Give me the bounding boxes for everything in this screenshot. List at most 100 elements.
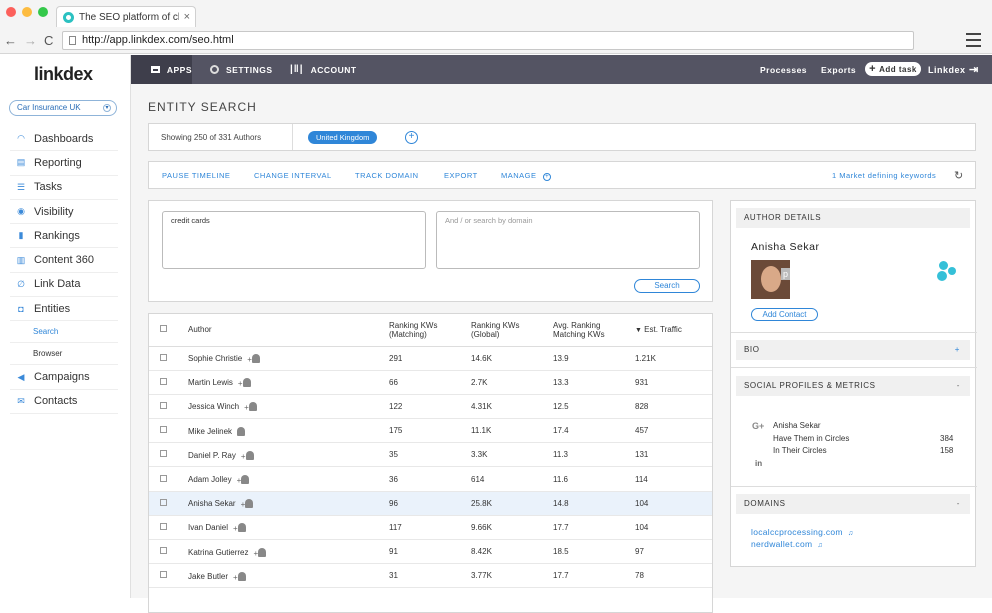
sidebar-item-entities[interactable]: ◘ Entities — [10, 297, 118, 322]
manage-link[interactable]: MANAGE + — [501, 171, 552, 181]
address-bar[interactable]: http://app.linkdex.com/seo.html — [62, 31, 914, 50]
track-domain-link[interactable]: TRACK DOMAIN — [355, 171, 419, 180]
sidebar-item-tasks[interactable]: ☰ Tasks — [10, 176, 118, 200]
expand-plus-icon[interactable]: + — [955, 340, 960, 360]
row-checkbox[interactable] — [160, 547, 167, 555]
close-window-button[interactable] — [6, 7, 16, 17]
change-interval-link[interactable]: CHANGE INTERVAL — [254, 171, 332, 180]
table-row[interactable]: Jessica Winch +122 4.31K 12.5 828 — [149, 394, 712, 420]
domains-section-header[interactable]: DOMAINS - — [736, 494, 970, 514]
sidebar-item-dashboards[interactable]: ◠ Dashboards — [10, 127, 118, 152]
add-user-icon[interactable]: + — [247, 354, 260, 364]
row-checkbox[interactable] — [160, 474, 167, 482]
sidebar-item-link-data[interactable]: ∅ Link Data — [10, 273, 118, 298]
row-checkbox[interactable] — [160, 498, 167, 506]
table-row[interactable]: Ivan Daniel +117 9.66K 17.7 104 — [149, 515, 712, 541]
row-checkbox[interactable] — [160, 571, 167, 579]
keyword-search-input[interactable]: credit cards — [162, 211, 426, 269]
market-keywords-link[interactable]: 1 Market defining keywords — [832, 171, 936, 180]
author-name-cell[interactable]: Jessica Winch — [188, 402, 239, 411]
search-button[interactable]: Search — [634, 279, 700, 293]
nav-apps[interactable]: APPS — [131, 55, 192, 84]
domain-link[interactable]: localccprocessing.com ♫ — [751, 527, 853, 537]
refresh-icon[interactable]: ↻ — [954, 169, 963, 182]
sidebar-item-visibility[interactable]: ◉ Visibility — [10, 200, 118, 225]
author-name-cell[interactable]: Anisha Sekar — [188, 499, 236, 508]
author-name-cell[interactable]: Ivan Daniel — [188, 523, 228, 532]
linkedin-icon[interactable]: in — [755, 459, 762, 468]
row-checkbox[interactable] — [160, 522, 167, 530]
back-arrow-icon[interactable]: ← — [4, 33, 17, 48]
add-user-icon[interactable]: + — [233, 523, 246, 533]
logout-icon[interactable]: ⇥ — [969, 55, 979, 84]
add-contact-button[interactable]: Add Contact — [751, 308, 818, 321]
sidebar-item-contacts[interactable]: ✉ Contacts — [10, 390, 118, 414]
row-checkbox[interactable] — [160, 353, 167, 361]
add-user-icon[interactable]: + — [241, 450, 254, 461]
row-checkbox[interactable] — [160, 450, 167, 458]
author-name-cell[interactable]: Jake Butler — [188, 572, 228, 581]
add-task-button[interactable]: + Add task — [865, 62, 921, 76]
add-user-icon[interactable]: + — [238, 378, 251, 388]
user-menu[interactable]: Linkdex — [928, 55, 966, 84]
add-user-icon[interactable]: + — [241, 499, 254, 509]
metric-cell: 13.3 — [553, 377, 569, 387]
social-section-header[interactable]: SOCIAL PROFILES & METRICS - — [736, 376, 970, 396]
project-selector[interactable]: Car Insurance UK ▾ — [9, 100, 117, 116]
sidebar-item-rankings[interactable]: ▮ Rankings — [10, 224, 118, 249]
sidebar-item-reporting[interactable]: ▤ Reporting — [10, 151, 118, 176]
pause-timeline-link[interactable]: PAUSE TIMELINE — [162, 171, 230, 180]
sidebar-subitem-browser[interactable]: Browser — [10, 343, 118, 366]
table-row[interactable]: Sophie Christie +291 14.6K 13.9 1.21K — [149, 346, 712, 371]
col-ranking-global[interactable]: Ranking KWs (Global) — [471, 314, 553, 347]
reload-icon[interactable]: C — [44, 33, 53, 48]
add-user-icon[interactable]: + — [237, 475, 250, 485]
collapse-minus-icon[interactable]: - — [957, 494, 960, 514]
col-ranking-matching[interactable]: Ranking KWs (Matching) — [389, 314, 471, 347]
author-name-cell[interactable]: Mike Jelinek — [188, 427, 232, 436]
row-checkbox[interactable] — [160, 426, 167, 434]
row-checkbox[interactable] — [160, 401, 167, 409]
col-author[interactable]: Author — [188, 314, 389, 347]
table-row[interactable]: Martin Lewis +66 2.7K 13.3 931 — [149, 370, 712, 395]
collapse-minus-icon[interactable]: - — [957, 376, 960, 396]
add-user-icon[interactable] — [237, 426, 246, 437]
row-checkbox[interactable] — [160, 377, 167, 385]
filter-pill[interactable]: United Kingdom — [308, 131, 378, 144]
author-name-cell[interactable]: Daniel P. Ray — [188, 451, 236, 460]
table-row[interactable]: Jake Butler +31 3.77K 17.7 78 — [149, 563, 712, 589]
browser-tab[interactable]: The SEO platform of cho × — [56, 6, 196, 27]
col-est-traffic[interactable]: ▼ Est. Traffic — [635, 314, 712, 347]
maximize-window-button[interactable] — [38, 7, 48, 17]
author-name-cell[interactable]: Adam Jolley — [188, 475, 232, 484]
export-link[interactable]: EXPORT — [444, 171, 478, 180]
add-filter-icon[interactable]: + — [405, 131, 418, 144]
table-row[interactable]: Anisha Sekar +96 25.8K 14.8 104 — [149, 491, 712, 516]
author-name-cell[interactable]: Katrina Gutierrez — [188, 548, 248, 557]
author-name-cell[interactable]: Sophie Christie — [188, 354, 242, 363]
domain-link[interactable]: nerdwallet.com ♫ — [751, 539, 823, 549]
sidebar-item-content-360[interactable]: ▥ Content 360 — [10, 248, 118, 273]
add-user-icon[interactable]: + — [244, 402, 257, 412]
nav-exports[interactable]: Exports — [821, 55, 856, 84]
add-user-icon[interactable]: + — [253, 547, 267, 558]
domain-search-input[interactable]: And / or search by domain — [436, 211, 700, 269]
hamburger-menu-icon[interactable] — [966, 33, 981, 51]
nav-processes[interactable]: Processes — [760, 55, 807, 84]
sidebar-subitem-search[interactable]: Search — [10, 321, 118, 344]
col-avg-ranking[interactable]: Avg. Ranking Matching KWs — [553, 314, 635, 347]
nav-settings[interactable]: SETTINGS — [210, 55, 273, 84]
bio-section-header[interactable]: BIO + — [736, 340, 970, 360]
tab-close-icon[interactable]: × — [184, 11, 190, 23]
table-row[interactable]: Adam Jolley +36 614 11.6 114 — [149, 466, 712, 492]
sidebar-item-campaigns[interactable]: ◀ Campaigns — [10, 365, 118, 390]
table-row[interactable]: Daniel P. Ray +35 3.3K 11.3 131 — [149, 442, 712, 468]
minimize-window-button[interactable] — [22, 7, 32, 17]
forward-arrow-icon[interactable]: → — [24, 33, 37, 48]
nav-account[interactable]: |‖| ACCOUNT — [290, 55, 357, 84]
add-user-icon[interactable]: + — [233, 571, 246, 582]
table-row[interactable]: Mike Jelinek 175 11.1K 17.4 457 — [149, 418, 712, 444]
select-all-checkbox[interactable] — [160, 325, 167, 333]
author-name-cell[interactable]: Martin Lewis — [188, 378, 233, 387]
table-row[interactable]: Katrina Gutierrez +91 8.42K 18.5 97 — [149, 539, 712, 565]
